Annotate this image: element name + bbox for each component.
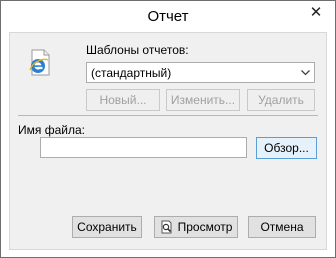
magnifier-document-icon (161, 220, 172, 234)
dialog-title: Отчет (147, 8, 189, 25)
dialog-body: Шаблоны отчетов: (стандартный) Новый... … (9, 32, 327, 250)
template-select[interactable]: (стандартный) (86, 62, 315, 83)
edit-template-button[interactable]: Изменить... (166, 89, 240, 111)
close-button[interactable]: ✕ (305, 5, 327, 23)
save-button[interactable]: Сохранить (72, 216, 142, 238)
templates-label: Шаблоны отчетов: (86, 43, 189, 57)
preview-button[interactable]: Просмотр (154, 216, 238, 238)
chevron-down-icon (301, 70, 310, 76)
browse-button[interactable]: Обзор... (256, 137, 317, 159)
document-ie-icon (29, 49, 50, 76)
title-bar[interactable]: Отчет ✕ (1, 1, 335, 32)
report-dialog: Отчет ✕ Шаблоны отчетов: (стандартный) Н… (0, 0, 336, 258)
separator (18, 115, 318, 116)
filename-field[interactable] (40, 137, 247, 158)
close-icon: ✕ (309, 4, 323, 21)
new-template-button[interactable]: Новый... (86, 89, 160, 111)
template-select-value: (стандартный) (91, 66, 172, 80)
filename-label: Имя файла: (18, 123, 85, 137)
delete-template-button[interactable]: Удалить (247, 89, 315, 111)
preview-button-label: Просмотр (177, 220, 233, 234)
cancel-button[interactable]: Отмена (248, 216, 316, 238)
